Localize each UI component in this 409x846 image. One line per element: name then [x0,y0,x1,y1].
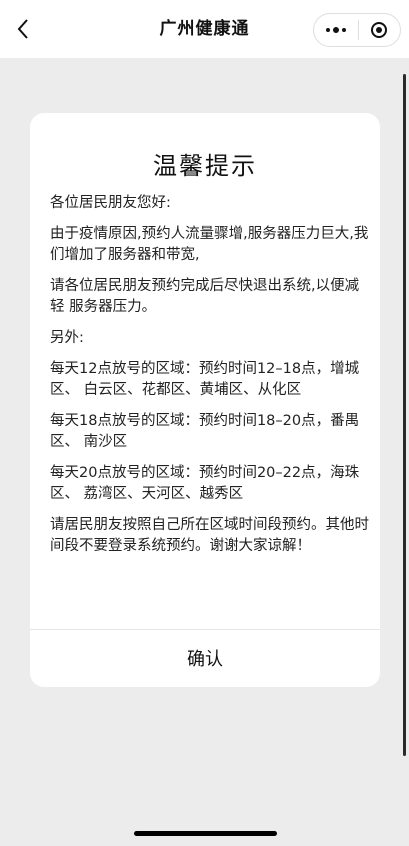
dialog-content: 各位居民朋友您好: 由于疫情原因,预约人流量骤增,服务器压力巨大,我们增加了服务… [50,193,372,567]
notice-paragraph: 另外: [50,330,84,346]
notice-paragraph: 每天20点放号的区域：预约时间20–22点，海珠区、 荔湾区、天河区、越秀区 [50,465,360,502]
notice-paragraph: 每天12点放号的区域：预约时间12–18点，增城区、 白云区、花都区、黄埔区、从… [50,361,360,398]
dialog-title: 温馨提示 [153,152,257,180]
notice-paragraph: 由于疫情原因,预约人流量骤增,服务器压力巨大,我们增加了服务器和带宽, [50,226,369,263]
navigation-bar: 广州健康通 [0,0,409,58]
target-close-icon [371,22,388,38]
miniprogram-capsule [313,13,401,47]
notice-paragraph: 请居民朋友按照自己所在区域时间段预约。其他时间段不要登录系统预约。谢谢大家谅解！ [50,517,369,554]
scrollbar[interactable] [403,74,406,756]
more-button[interactable] [314,14,358,46]
notice-dialog: 温馨提示 各位居民朋友您好: 由于疫情原因,预约人流量骤增,服务器压力巨大,我们… [30,113,380,687]
notice-paragraph: 各位居民朋友您好: [50,195,171,211]
home-indicator[interactable] [134,831,277,836]
more-dots-icon [325,27,346,33]
notice-paragraph: 请各位居民朋友预约完成后尽快退出系统,以便减轻 服务器压力。 [50,278,360,315]
notice-paragraph: 每天18点放号的区域：预约时间18–20点，番禺区、 南沙区 [50,413,360,450]
confirm-button[interactable]: 确认 [30,630,380,686]
close-button[interactable] [358,14,400,46]
